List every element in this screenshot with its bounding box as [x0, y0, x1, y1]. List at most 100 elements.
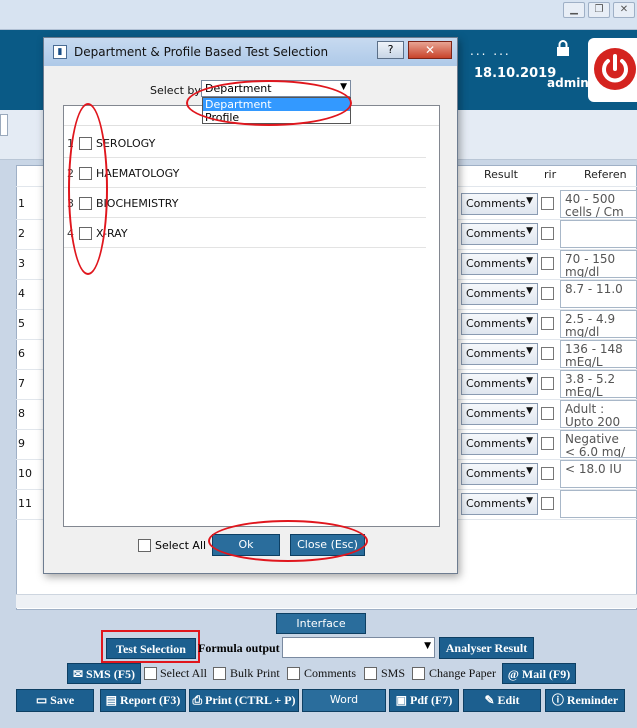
dialog-close-button[interactable]: ✕: [408, 41, 452, 59]
maximize-icon[interactable]: ❐: [588, 2, 610, 18]
annotation-box-test-selection: [101, 630, 200, 663]
rir-checkbox[interactable]: [541, 497, 554, 510]
result-dropdown[interactable]: Comments ▼: [461, 283, 538, 305]
sms-f5-label: SMS (F5): [86, 667, 136, 681]
rir-checkbox[interactable]: [541, 227, 554, 240]
result-dropdown[interactable]: Comments ▼: [461, 433, 538, 455]
chevron-down-icon: ▼: [526, 256, 533, 266]
row-number: 4: [18, 287, 25, 300]
result-dropdown-label: Comments: [466, 287, 526, 300]
save-button[interactable]: ▭ Save: [16, 689, 94, 712]
select-all-checkbox[interactable]: [138, 539, 151, 552]
mail-f9-label: Mail (F9): [521, 667, 571, 681]
result-dropdown[interactable]: Comments ▼: [461, 493, 538, 515]
rir-checkbox[interactable]: [541, 407, 554, 420]
formula-output-dropdown[interactable]: ▼: [282, 637, 435, 658]
rir-checkbox[interactable]: [541, 377, 554, 390]
reference-range: [560, 220, 637, 248]
rir-checkbox[interactable]: [541, 287, 554, 300]
power-icon: [594, 48, 636, 90]
result-dropdown-label: Comments: [466, 377, 526, 390]
rir-checkbox[interactable]: [541, 257, 554, 270]
chevron-down-icon: ▼: [526, 406, 533, 416]
chevron-down-icon: ▼: [340, 82, 347, 92]
info-icon: ⓘ: [551, 693, 564, 707]
reference-range: 2.5 - 4.9 mg/dl: [560, 310, 637, 338]
chevron-down-icon: ▼: [424, 641, 431, 651]
row-number: 9: [18, 437, 25, 450]
report-icon: ▤: [105, 693, 118, 707]
analyser-result-button[interactable]: Analyser Result: [439, 637, 534, 659]
department-row[interactable]: 4 X-RAY: [64, 218, 426, 248]
rir-checkbox[interactable]: [541, 197, 554, 210]
bulk-print-label: Bulk Print: [230, 666, 280, 680]
lock-icon[interactable]: [556, 40, 574, 58]
result-dropdown-label: Comments: [466, 467, 526, 480]
help-button[interactable]: ?: [377, 41, 404, 59]
department-row[interactable]: 1 SEROLOGY: [64, 128, 426, 158]
column-header-reference[interactable]: Referen: [584, 168, 627, 186]
result-dropdown[interactable]: Comments ▼: [461, 463, 538, 485]
result-dropdown[interactable]: Comments ▼: [461, 193, 538, 215]
printer-icon: ⎙: [192, 693, 203, 707]
close-icon[interactable]: ✕: [613, 2, 635, 18]
bulk-print-checkbox[interactable]: [213, 667, 226, 680]
row-number: 6: [18, 347, 25, 360]
change-paper-checkbox[interactable]: [412, 667, 425, 680]
tab-stub[interactable]: [0, 114, 8, 136]
edit-button[interactable]: ✎ Edit: [463, 689, 541, 712]
chevron-down-icon: ▼: [526, 436, 533, 446]
reference-range: 136 - 148 mEq/L: [560, 340, 637, 368]
result-dropdown[interactable]: Comments ▼: [461, 223, 538, 245]
word-button[interactable]: Word: [302, 689, 386, 712]
envelope-icon: ✉: [72, 667, 84, 681]
result-dropdown-label: Comments: [466, 347, 526, 360]
minimize-icon[interactable]: ▁: [563, 2, 585, 18]
reference-range: < 18.0 IU: [560, 460, 637, 488]
result-dropdown[interactable]: Comments ▼: [461, 343, 538, 365]
result-dropdown[interactable]: Comments ▼: [461, 373, 538, 395]
rir-checkbox[interactable]: [541, 317, 554, 330]
rir-checkbox[interactable]: [541, 437, 554, 450]
current-date: 18.10.2019: [474, 66, 557, 81]
row-number: 7: [18, 377, 25, 390]
rir-checkbox[interactable]: [541, 347, 554, 360]
formula-output-label: Formula output: [198, 641, 280, 655]
result-dropdown[interactable]: Comments ▼: [461, 313, 538, 335]
result-dropdown[interactable]: Comments ▼: [461, 403, 538, 425]
select-all-toolbar-checkbox[interactable]: [144, 667, 157, 680]
pdf-f7-button[interactable]: ▣ Pdf (F7): [389, 689, 459, 712]
sms-f5-button[interactable]: ✉ SMS (F5): [67, 663, 141, 684]
app-icon: ▮: [53, 45, 67, 59]
chevron-down-icon: ▼: [526, 226, 533, 236]
dialog-title: Department & Profile Based Test Selectio…: [74, 45, 329, 59]
column-header-result[interactable]: Result: [484, 168, 518, 186]
column-header-rir[interactable]: rir: [544, 168, 556, 186]
result-dropdown-label: Comments: [466, 197, 526, 210]
horizontal-scrollbar[interactable]: [16, 594, 637, 608]
department-row[interactable]: 3 BIOCHEMISTRY: [64, 188, 426, 218]
comments-checkbox[interactable]: [287, 667, 300, 680]
department-name: HAEMATOLOGY: [96, 167, 180, 180]
edit-icon: ✎: [484, 693, 495, 707]
mail-f9-button[interactable]: @ Mail (F9): [502, 663, 576, 684]
reminder-button[interactable]: ⓘ Reminder: [545, 689, 625, 712]
row-number: 1: [18, 197, 25, 210]
chevron-down-icon: ▼: [526, 346, 533, 356]
sms-checkbox[interactable]: [364, 667, 377, 680]
report-f3-button[interactable]: ▤ Report (F3): [100, 689, 186, 712]
reference-range: 3.8 - 5.2 mEq/L: [560, 370, 637, 398]
window-titlebar: ▁ ❐ ✕: [0, 0, 637, 30]
department-row[interactable]: 2 HAEMATOLOGY: [64, 158, 426, 188]
change-paper-label: Change Paper: [429, 666, 496, 680]
interface-results-button[interactable]: Interface Results: [276, 613, 366, 650]
edit-label: Edit: [497, 693, 520, 707]
result-dropdown-label: Comments: [466, 497, 526, 510]
print-button[interactable]: ⎙ Print (CTRL + P): [189, 689, 299, 712]
rir-checkbox[interactable]: [541, 467, 554, 480]
reference-range: Adult : Upto 200: [560, 400, 637, 428]
save-icon: ▭: [35, 693, 48, 707]
power-button[interactable]: [588, 38, 637, 102]
result-dropdown[interactable]: Comments ▼: [461, 253, 538, 275]
chevron-down-icon: ▼: [526, 286, 533, 296]
